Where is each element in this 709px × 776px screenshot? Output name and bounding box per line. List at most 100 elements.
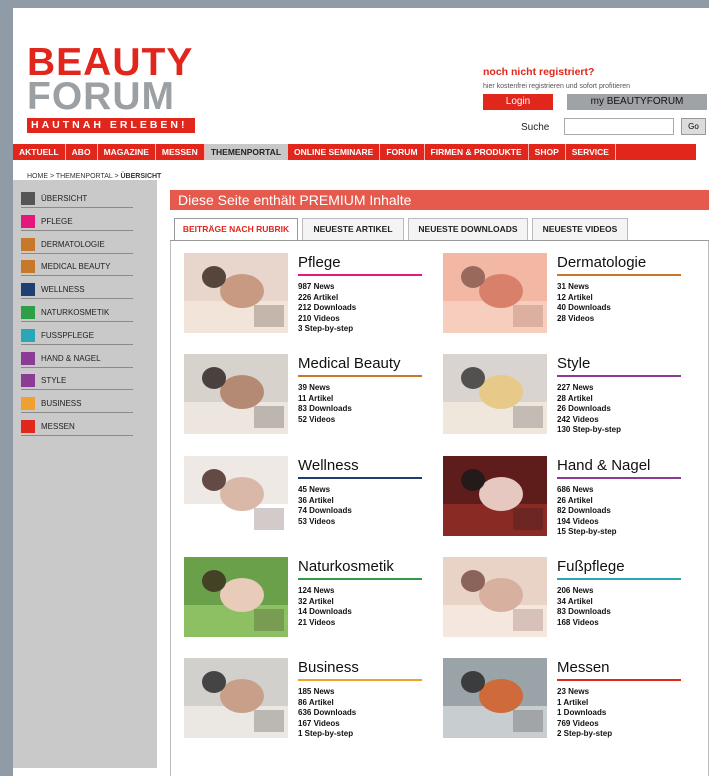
category-card-dermatologie[interactable]: Dermatologie 31 News 12 Artikel 40 Download…	[443, 253, 683, 343]
category-stat-line[interactable]: 45 News	[298, 485, 352, 496]
category-thumbnail-image[interactable]	[443, 253, 547, 333]
nav-service[interactable]: SERVICE	[566, 144, 616, 160]
nav-firmen-produkte[interactable]: FIRMEN & PRODUKTE	[425, 144, 529, 160]
category-thumbnail-image[interactable]	[184, 456, 288, 536]
category-title[interactable]: Hand & Nagel	[557, 457, 650, 474]
sidebar-item-uebersicht[interactable]: ÜBERSICHT	[21, 190, 133, 208]
nav-forum[interactable]: FORUM	[380, 144, 425, 160]
category-stat-line[interactable]: 769 Videos	[557, 719, 612, 730]
nav-messen[interactable]: MESSEN	[156, 144, 205, 160]
sidebar-item-naturkosmetik[interactable]: NATURKOSMETIK	[21, 304, 133, 322]
category-title[interactable]: Style	[557, 355, 590, 372]
category-stat-line[interactable]: 26 Artikel	[557, 496, 617, 507]
category-stat-line[interactable]: 212 Downloads	[298, 303, 356, 314]
sidebar-item-messen[interactable]: MESSEN	[21, 418, 133, 436]
category-thumbnail-image[interactable]	[184, 354, 288, 434]
category-title[interactable]: Fußpflege	[557, 558, 625, 575]
category-stat-line[interactable]: 226 Artikel	[298, 293, 356, 304]
category-stat-line[interactable]: 23 News	[557, 687, 612, 698]
category-stat-line[interactable]: 1 Artikel	[557, 698, 612, 709]
category-stat-line[interactable]: 52 Videos	[298, 415, 352, 426]
beautyforum-logo[interactable]: BEAUTY FORUM HAUTNAH ERLEBEN!	[27, 43, 199, 133]
category-stat-line[interactable]: 26 Downloads	[557, 404, 621, 415]
category-thumbnail-image[interactable]	[443, 658, 547, 738]
category-card-business[interactable]: Business 185 News 86 Artikel 636 Downloads 1…	[184, 658, 424, 748]
category-card-wellness[interactable]: Wellness 45 News 36 Artikel 74 Downloads 53 …	[184, 456, 424, 546]
my-beautyforum-button[interactable]: my BEAUTYFORUM	[567, 94, 707, 110]
category-stat-line[interactable]: 987 News	[298, 282, 356, 293]
category-stat-line[interactable]: 39 News	[298, 383, 352, 394]
category-stat-line[interactable]: 3 Step-by-step	[298, 324, 356, 335]
nav-abo[interactable]: ABO	[66, 144, 98, 160]
category-stat-line[interactable]: 1 Step-by-step	[298, 729, 356, 740]
category-card-messen[interactable]: Messen 23 News 1 Artikel 1 Downloads 769 Vid…	[443, 658, 683, 748]
category-stat-line[interactable]: 40 Downloads	[557, 303, 611, 314]
nav-online-seminare[interactable]: ONLINE SEMINARE	[288, 144, 381, 160]
sidebar-item-hand-nagel[interactable]: HAND & NAGEL	[21, 350, 133, 368]
category-card-medical-beauty[interactable]: Medical Beauty 39 News 11 Artikel 83 Downlo…	[184, 354, 424, 444]
category-stat-line[interactable]: 28 Videos	[557, 314, 611, 325]
category-stat-line[interactable]: 130 Step-by-step	[557, 425, 621, 436]
category-stat-line[interactable]: 83 Downloads	[557, 607, 611, 618]
search-input[interactable]	[564, 118, 674, 135]
sidebar-item-style[interactable]: STYLE	[21, 372, 133, 391]
sidebar-item-pflege[interactable]: PFLEGE	[21, 213, 133, 231]
category-stat-line[interactable]: 210 Videos	[298, 314, 356, 325]
category-stat-line[interactable]: 12 Artikel	[557, 293, 611, 304]
category-title[interactable]: Pflege	[298, 254, 341, 271]
category-thumbnail-image[interactable]	[443, 354, 547, 434]
category-stat-line[interactable]: 36 Artikel	[298, 496, 352, 507]
tab-neueste-downloads[interactable]: NEUESTE DOWNLOADS	[408, 218, 528, 240]
category-stat-line[interactable]: 227 News	[557, 383, 621, 394]
category-title[interactable]: Business	[298, 659, 359, 676]
nav-magazine[interactable]: MAGAZINE	[98, 144, 156, 160]
category-stat-line[interactable]: 206 News	[557, 586, 611, 597]
category-stat-line[interactable]: 1 Downloads	[557, 708, 612, 719]
category-title[interactable]: Wellness	[298, 457, 359, 474]
sidebar-item-fusspflege[interactable]: FUSSPFLEGE	[21, 327, 133, 345]
nav-shop[interactable]: SHOP	[529, 144, 566, 160]
tab-beitraege-nach-rubrik[interactable]: BEITRÄGE NACH RUBRIK	[174, 218, 298, 240]
category-card-hand-nagel[interactable]: Hand & Nagel 686 News 26 Artikel 82 Downloa…	[443, 456, 683, 546]
sidebar-item-dermatologie[interactable]: DERMATOLOGIE	[21, 236, 133, 254]
category-stat-line[interactable]: 21 Videos	[298, 618, 352, 629]
sidebar-item-wellness[interactable]: WELLNESS	[21, 281, 133, 300]
category-card-pflege[interactable]: Pflege 987 News 226 Artikel 212 Downloads 21…	[184, 253, 424, 343]
category-title[interactable]: Medical Beauty	[298, 355, 401, 372]
category-stat-line[interactable]: 686 News	[557, 485, 617, 496]
category-stat-line[interactable]: 74 Downloads	[298, 506, 352, 517]
category-card-fusspflege[interactable]: Fußpflege 206 News 34 Artikel 83 Downloads 1…	[443, 557, 683, 647]
search-go-button[interactable]: Go	[681, 118, 706, 135]
category-title[interactable]: Naturkosmetik	[298, 558, 394, 575]
category-stat-line[interactable]: 86 Artikel	[298, 698, 356, 709]
category-stat-line[interactable]: 82 Downloads	[557, 506, 617, 517]
nav-aktuell[interactable]: AKTUELL	[13, 144, 66, 160]
category-stat-line[interactable]: 194 Videos	[557, 517, 617, 528]
category-stat-line[interactable]: 11 Artikel	[298, 394, 352, 405]
nav-themenportal[interactable]: THEMENPORTAL	[204, 144, 289, 160]
category-stat-line[interactable]: 2 Step-by-step	[557, 729, 612, 740]
category-stat-line[interactable]: 34 Artikel	[557, 597, 611, 608]
category-thumbnail-image[interactable]	[184, 658, 288, 738]
category-stat-line[interactable]: 124 News	[298, 586, 352, 597]
category-stat-line[interactable]: 167 Videos	[298, 719, 356, 730]
category-stat-line[interactable]: 32 Artikel	[298, 597, 352, 608]
category-stat-line[interactable]: 83 Downloads	[298, 404, 352, 415]
category-stat-line[interactable]: 185 News	[298, 687, 356, 698]
category-stat-line[interactable]: 31 News	[557, 282, 611, 293]
register-subtitle[interactable]: hier kostenfrei registrieren und sofort …	[483, 83, 630, 90]
tab-neueste-videos[interactable]: NEUESTE VIDEOS	[532, 218, 628, 240]
category-title[interactable]: Messen	[557, 659, 610, 676]
category-card-naturkosmetik[interactable]: Naturkosmetik 124 News 32 Artikel 14 Downlo…	[184, 557, 424, 647]
category-stat-line[interactable]: 28 Artikel	[557, 394, 621, 405]
category-stat-line[interactable]: 636 Downloads	[298, 708, 356, 719]
sidebar-item-business[interactable]: BUSINESS	[21, 395, 133, 414]
category-stat-line[interactable]: 53 Videos	[298, 517, 352, 528]
category-thumbnail-image[interactable]	[184, 557, 288, 637]
sidebar-item-medical-beauty[interactable]: MEDICAL BEAUTY	[21, 258, 133, 277]
register-title[interactable]: noch nicht registriert?	[483, 66, 630, 78]
breadcrumb-path[interactable]: HOME > THEMENPORTAL >	[27, 173, 121, 180]
category-thumbnail-image[interactable]	[184, 253, 288, 333]
category-thumbnail-image[interactable]	[443, 557, 547, 637]
category-stat-line[interactable]: 15 Step-by-step	[557, 527, 617, 538]
